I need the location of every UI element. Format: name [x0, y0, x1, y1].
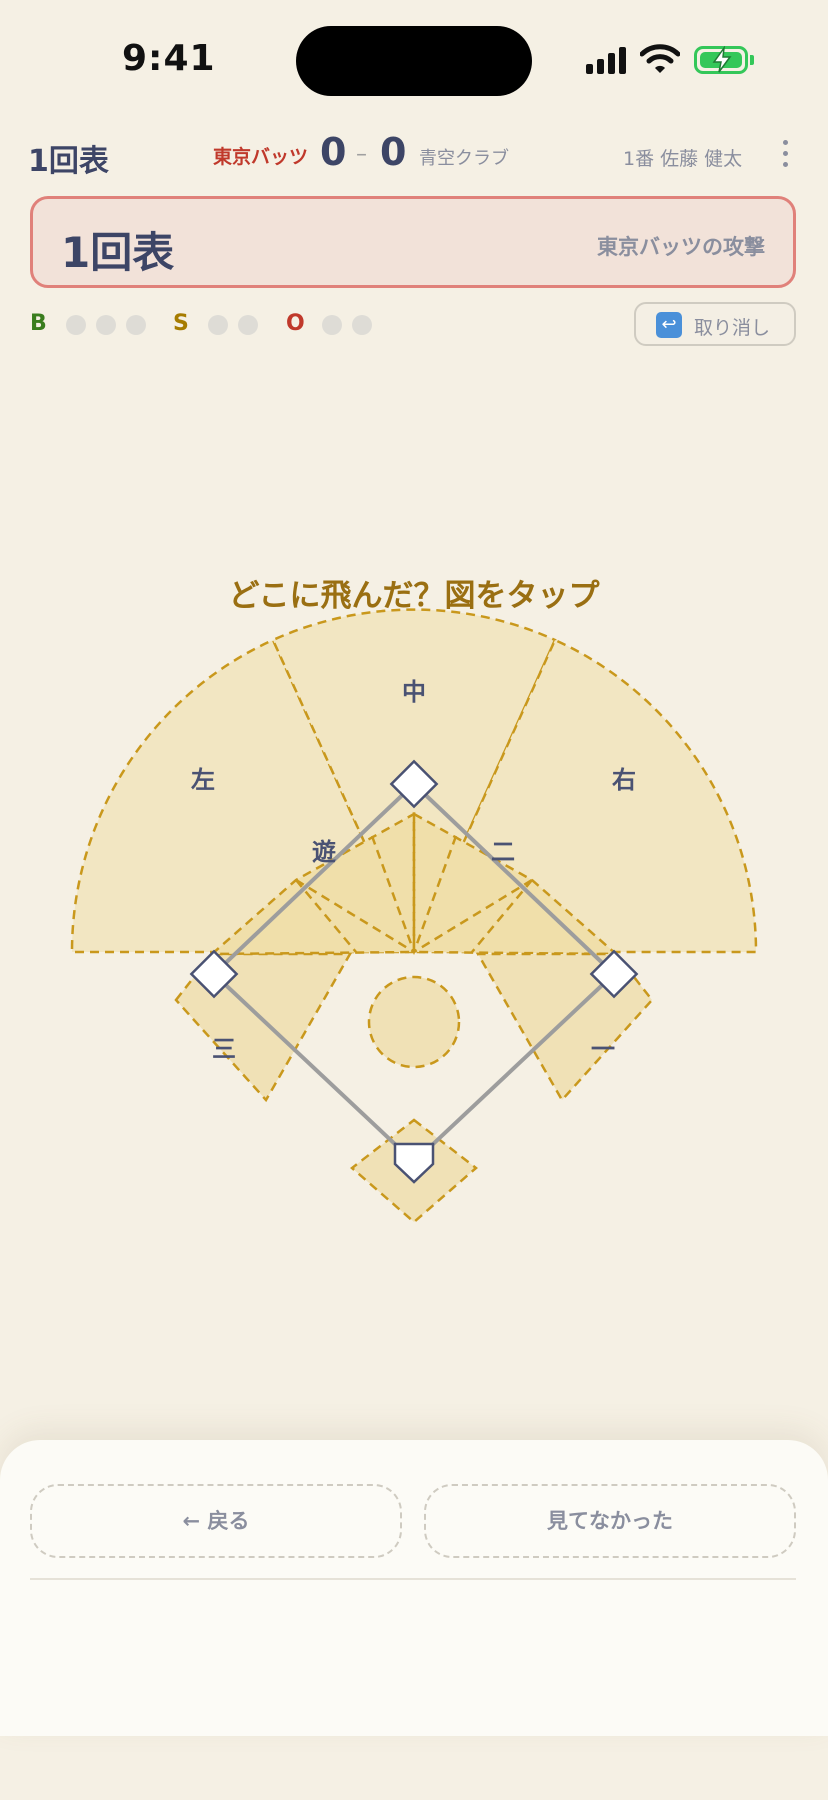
cellular-signal-icon — [586, 46, 630, 74]
zone-label-left: 左 — [191, 766, 215, 794]
more-menu-icon[interactable] — [776, 136, 796, 172]
inning-banner: 1回表 東京バッツの攻撃 — [30, 196, 796, 288]
status-time: 9:41 — [122, 38, 216, 79]
zone-pitcher[interactable] — [367, 975, 461, 1069]
away-team-name: 青空クラブ — [419, 148, 509, 169]
zone-label-second: 二 — [491, 838, 515, 866]
back-button[interactable]: ← 戻る — [30, 1484, 402, 1558]
ball-dot — [66, 315, 86, 335]
home-team-name: 東京バッツ — [213, 146, 309, 168]
undo-arrow-icon: ↩ — [656, 312, 682, 338]
score-separator: – — [356, 142, 367, 167]
wifi-icon — [640, 44, 680, 73]
ball-dot — [126, 315, 146, 335]
undo-label: 取り消し — [694, 317, 771, 339]
outs-label: O — [286, 311, 305, 336]
inning-title: 1回表 — [28, 144, 109, 179]
zone-label-center: 中 — [402, 678, 426, 706]
not-seen-button[interactable]: 見てなかった — [424, 1484, 796, 1558]
undo-button[interactable]: ↩ 取り消し — [634, 302, 796, 346]
banner-attack-team: 東京バッツの攻撃 — [597, 235, 765, 259]
charging-bolt-icon — [712, 46, 732, 73]
home-score: 0 — [320, 130, 347, 174]
out-dot — [352, 315, 372, 335]
zone-label-shortstop: 遊 — [312, 838, 336, 866]
status-bar: 9:41 — [0, 0, 828, 120]
banner-inning: 1回表 — [61, 228, 175, 277]
ball-dot — [96, 315, 116, 335]
strikes-label: S — [173, 311, 189, 336]
current-batter: 1番 佐藤 健太 — [623, 148, 743, 170]
strike-dot — [208, 315, 228, 335]
balls-label: B — [30, 311, 47, 336]
dynamic-island — [296, 26, 532, 96]
field-diagram[interactable]: 中 左 右 遊 二 三 一 — [0, 600, 828, 1240]
strike-dot — [238, 315, 258, 335]
zone-label-first: 一 — [591, 1035, 615, 1063]
out-dot — [322, 315, 342, 335]
scoreboard-header: 1回表 東京バッツ 0 – 0 青空クラブ 1番 佐藤 健太 — [0, 130, 828, 180]
bottom-sheet: ← 戻る 見てなかった — [0, 1440, 828, 1736]
battery-cap — [750, 55, 754, 65]
zone-label-third: 三 — [212, 1035, 236, 1063]
zone-label-right: 右 — [612, 766, 636, 794]
away-score: 0 — [380, 130, 407, 174]
sheet-divider — [30, 1578, 796, 1580]
